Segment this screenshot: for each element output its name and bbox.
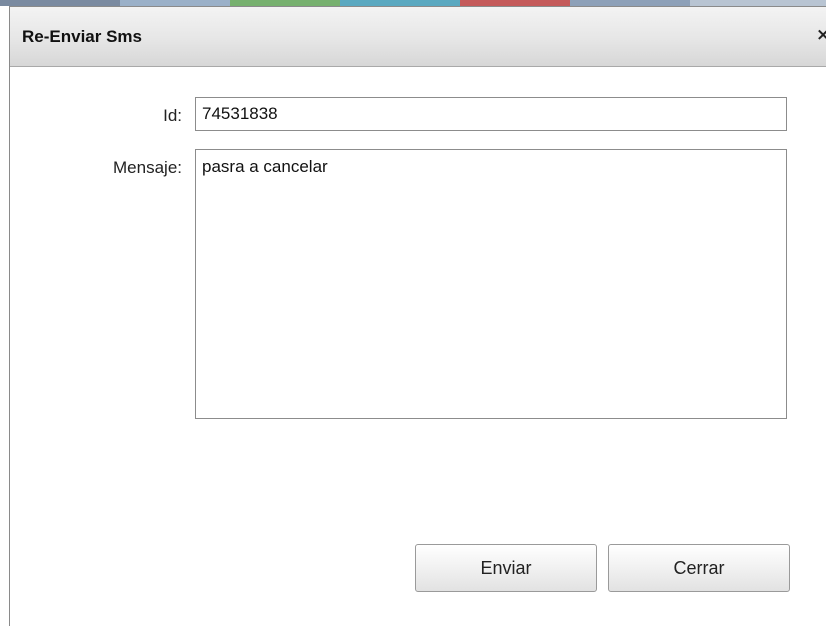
id-label: Id: (163, 106, 182, 125)
close-button[interactable]: Cerrar (608, 544, 790, 592)
message-textarea[interactable]: pasra a cancelar (195, 149, 787, 419)
dialog-title: Re-Enviar Sms (22, 27, 142, 46)
dialog-titlebar[interactable]: Re-Enviar Sms × (10, 7, 826, 67)
close-icon[interactable]: × (816, 25, 826, 45)
send-button[interactable]: Enviar (415, 544, 597, 592)
id-input[interactable] (195, 97, 787, 131)
resend-sms-dialog: Re-Enviar Sms × Id: Mensaje: pasra a can… (9, 6, 826, 626)
screen: Re-Enviar Sms × Id: Mensaje: pasra a can… (0, 0, 826, 626)
message-label: Mensaje: (113, 158, 182, 177)
